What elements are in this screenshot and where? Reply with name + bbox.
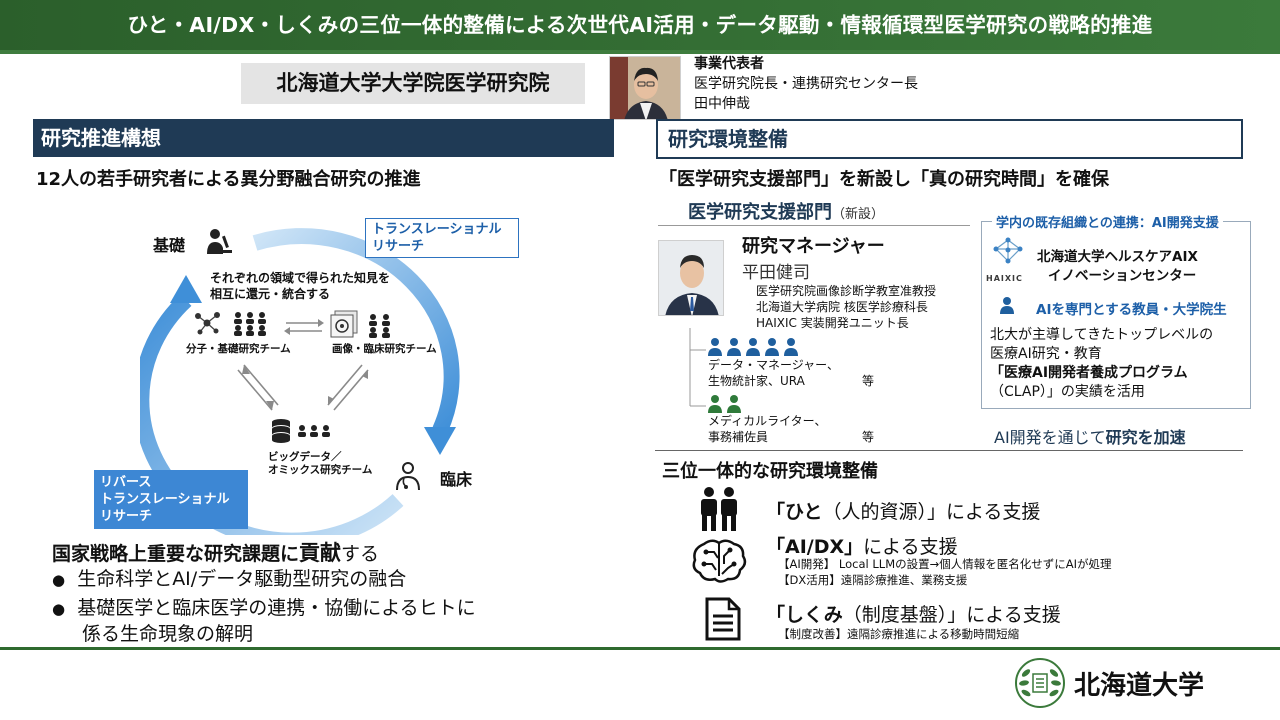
trinity-title: 三位一体的な研究環境整備	[662, 461, 878, 482]
contribution-text-b: 貢献	[299, 541, 342, 565]
reverse-line-1: リバース	[100, 475, 152, 490]
pillar-ai-dx: 「AI/DX」による支援	[766, 532, 958, 559]
representative-title: 医学研究院長・連携研究センター長	[694, 76, 918, 92]
footer-divider	[0, 647, 1280, 650]
section-header-research: 研究推進構想	[33, 119, 614, 157]
staff-group-2-line-1: メディカルライター、	[708, 414, 827, 428]
dept-name: 医学研究支援部門	[688, 202, 832, 223]
basic-label: 基礎	[153, 236, 186, 255]
dept-title: 医学研究支援部門（新設）	[688, 198, 884, 224]
pillar-people: 「ひと（人的資源）」による支援	[766, 497, 1040, 524]
contribution-text-c: する	[341, 543, 380, 565]
haixic-logo-text: HAIXIC	[986, 274, 1023, 283]
microscope-researcher-icon	[207, 229, 232, 254]
people-pair-icon	[701, 487, 737, 531]
reverse-line-2: トランスレーショナル	[100, 492, 230, 507]
database-icon	[272, 419, 330, 443]
bullet-item-1: ● 生命科学とAI/データ駆動型研究の融合	[52, 568, 407, 590]
staff-group-1-line-2: 生物統計家、URA	[708, 374, 805, 388]
representative-name: 田中伸哉	[694, 96, 750, 112]
team-imaging-label: 画像・臨床研究チーム	[332, 343, 437, 355]
section-header-environment: 研究環境整備	[656, 119, 1243, 159]
translational-line-1: トランスレーショナル	[372, 222, 502, 237]
manager-affiliation-1: 医学研究院画像診断学教室准教授	[756, 284, 937, 298]
institution-name: 北海道大学大学院医学研究院	[276, 71, 550, 95]
document-icon	[705, 597, 741, 641]
dept-new-tag: （新設）	[832, 207, 885, 222]
staff-group-2-line-2: 事務補佐員	[708, 430, 769, 444]
pillar-people-key: 「ひと	[766, 501, 823, 523]
bullet-item-2: ● 基礎医学と臨床医学の連携・協働によるヒトに	[52, 597, 476, 619]
brain-circuit-icon	[692, 539, 747, 583]
coop-desc-3: 「医療AI開発者養成プログラム	[990, 365, 1188, 381]
accelerate-text-a: AI開発を通じて	[994, 428, 1106, 447]
coop-desc-4: （CLAP）」の実績を活用	[990, 384, 1145, 400]
translational-line-2: リサーチ	[372, 239, 425, 254]
coop-desc-1: 北大が主導してきたトップレベルの	[990, 327, 1214, 343]
coop-desc-2: 医療AI研究・教育	[990, 346, 1102, 362]
team-bigdata-label-1: ビッグデータ／	[268, 451, 342, 463]
faculty-person-icon	[1000, 297, 1014, 314]
staff-green-people-icon	[708, 395, 741, 413]
doctor-icon	[396, 462, 420, 491]
manager-name: 平田健司	[742, 263, 810, 283]
team-people-icon	[234, 312, 266, 336]
cycle-note-line-2: 相互に還元・統合する	[210, 287, 331, 301]
university-name: 北海道大学	[1074, 671, 1205, 701]
staff-blue-people-icon	[708, 338, 798, 356]
staff-group-1-etc: 等	[862, 374, 875, 388]
pillar-people-rest: （人的資源）」による支援	[822, 501, 1041, 523]
haixic-logo-icon	[993, 237, 1023, 264]
manager-affiliation-2: 北海道大学病院 核医学診療科長	[756, 300, 928, 314]
reverse-translational-tag: リバース トランスレーショナル リサーチ	[94, 470, 248, 529]
banner-divider	[0, 50, 1280, 54]
environment-subtitle: 「医学研究支援部門」を新設し「真の研究時間」を確保	[659, 169, 1109, 190]
team-molecular-label: 分子・基礎研究チーム	[186, 343, 291, 355]
medical-image-icon	[330, 310, 358, 338]
pillar-ai-dx-detail-1: 【AI開発】 Local LLMの設置→個人情報を匿名化せずにAIが処理	[778, 557, 1112, 571]
accelerate-text-b: 研究を加速	[1105, 428, 1186, 447]
bullet-text-1: 生命科学とAI/データ駆動型研究の融合	[77, 568, 407, 590]
cycle-note-line-1: それぞれの領域で得られた知見を	[210, 271, 391, 285]
faculty-label: AIを専門とする教員・大学院生	[1036, 302, 1227, 318]
reverse-line-3: リサーチ	[100, 509, 153, 524]
manager-affiliation-3: HAIXIC 実装開発ユニット長	[756, 316, 909, 330]
pillar-system: 「しくみ（制度基盤）」による支援	[766, 600, 1061, 627]
pillar-ai-dx-key: 「AI/DX」	[766, 536, 864, 558]
center-name-line-2: イノベーションセンター	[1048, 268, 1197, 284]
bullet-item-2-continued: 係る生命現象の解明	[82, 623, 254, 645]
university-emblem-icon	[1015, 658, 1065, 708]
cooperation-title: 学内の既存組織との連携：AI開発支援	[992, 212, 1223, 231]
dept-underline	[658, 225, 970, 226]
staff-group-1-line-1: データ・マネージャー、	[708, 358, 840, 372]
team-bigdata-label-2: オミックス研究チーム	[268, 464, 373, 476]
molecule-icon	[195, 312, 220, 335]
accelerate-statement: AI開発を通じて研究を加速	[994, 424, 1186, 448]
pillar-ai-dx-detail-2: 【DX活用】遠隔診療推進、業務支援	[778, 573, 968, 587]
pillar-system-detail-1: 【制度改善】遠隔診療推進による移動時間短縮	[778, 627, 1020, 641]
staff-group-2-etc: 等	[862, 430, 875, 444]
pillar-system-rest: （制度基盤）」による支援	[842, 604, 1061, 626]
bullet-text-2: 基礎医学と臨床医学の連携・協働によるヒトに	[77, 597, 476, 619]
contribution-statement: 国家戦略上重要な研究課題に貢献する	[52, 537, 379, 567]
clinical-label: 臨床	[440, 470, 473, 489]
team-people-icon	[369, 314, 390, 338]
representative-role: 事業代表者	[694, 56, 764, 72]
translational-research-tag: トランスレーショナル リサーチ	[365, 218, 519, 258]
research-subtitle: 12人の若手研究者による異分野融合研究の推進	[36, 169, 421, 190]
manager-photo	[658, 240, 724, 316]
representative-photo	[609, 56, 681, 120]
page-title: ひと・AI/DX・しくみの三位一体的整備による次世代AI活用・データ駆動・情報循…	[127, 13, 1153, 37]
pillar-ai-dx-rest: による支援	[863, 536, 958, 558]
section-divider	[655, 450, 1243, 451]
pillar-system-key: 「しくみ	[766, 604, 843, 626]
center-name-line-1: 北海道大学ヘルスケアAIX	[1037, 249, 1198, 265]
contribution-text-a: 国家戦略上重要な研究課題に	[52, 543, 300, 565]
manager-role: 研究マネージャー	[742, 236, 885, 257]
